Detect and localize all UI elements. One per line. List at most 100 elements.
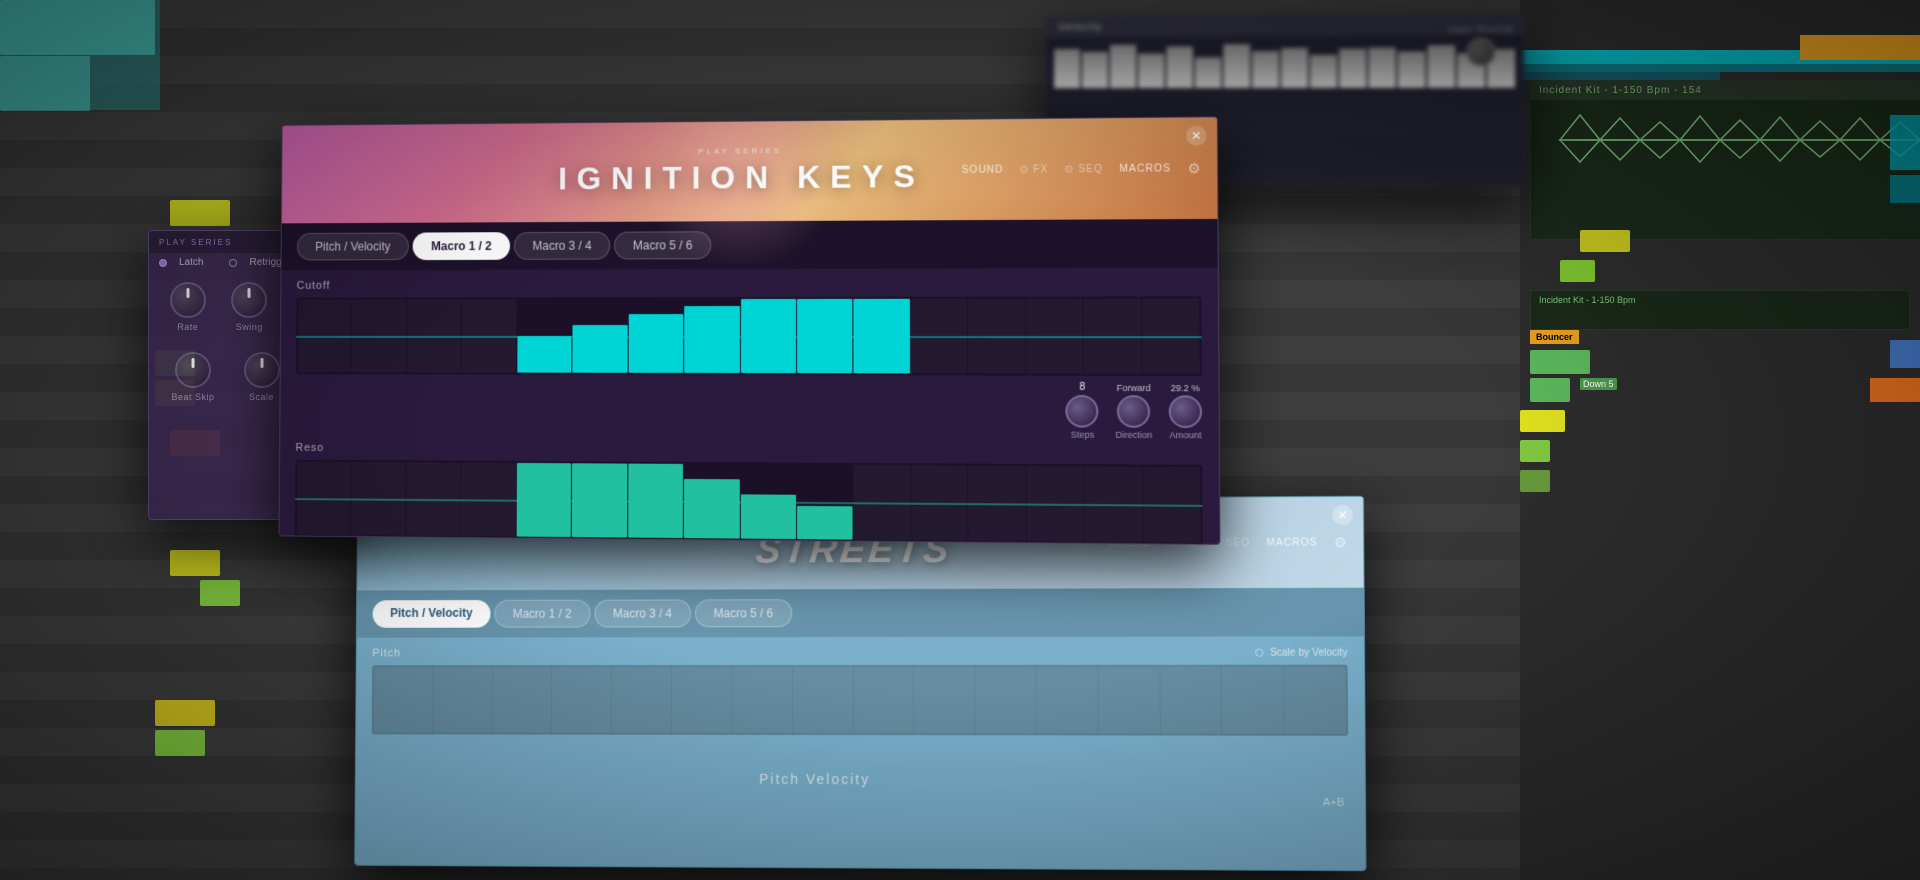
ignition-title: IGNITION KEYS	[558, 158, 925, 197]
pitch-label: Pitch	[372, 647, 401, 659]
pitch-cell[interactable]	[492, 667, 551, 732]
pitch-cell[interactable]	[1098, 667, 1159, 734]
amount1-label: Amount	[1169, 429, 1201, 439]
swing-label: Swing	[236, 322, 263, 332]
cutoff-label: Cutoff	[297, 278, 1202, 292]
green-clip1[interactable]	[1530, 350, 1590, 374]
pitch-cell[interactable]	[853, 667, 913, 733]
cutoff-section: Cutoff	[296, 278, 1202, 376]
ab-label: A+B	[1323, 797, 1345, 809]
cutoff-cell-active[interactable]	[684, 306, 739, 373]
yellow-left[interactable]	[170, 200, 230, 226]
ignition-close[interactable]: ✕	[1186, 126, 1207, 146]
pitch-cell[interactable]	[672, 667, 731, 733]
swing-knob[interactable]	[231, 282, 267, 318]
streets-close[interactable]: ✕	[1332, 505, 1353, 525]
lime-clip[interactable]	[1560, 260, 1595, 282]
nav-macros[interactable]: MACROS	[1119, 163, 1171, 174]
daw-right-panel: Incident Kit - 1-150 Bpm - 154 Incident …	[1520, 0, 1920, 880]
pitch-cell[interactable]	[732, 667, 792, 733]
yellow-left2[interactable]	[170, 550, 220, 576]
incident-kit-2: Incident Kit - 1-150 Bpm	[1530, 290, 1910, 330]
streets-nav-macros[interactable]: MACROS	[1266, 537, 1317, 548]
retrigger-radio[interactable]	[229, 259, 237, 267]
pitch-cell[interactable]	[1037, 667, 1098, 733]
orange-clip-r[interactable]	[1870, 378, 1920, 402]
cyan-strip2	[1520, 64, 1920, 72]
tab-macro34-streets[interactable]: Macro 3 / 4	[594, 600, 691, 628]
steps1-group: 8 Steps	[1066, 382, 1099, 440]
yellow-clip[interactable]	[1580, 230, 1630, 252]
lime-clip2[interactable]	[1520, 440, 1550, 462]
lime-clip3[interactable]	[1520, 470, 1550, 492]
beat-skip-label: Beat Skip	[171, 392, 214, 402]
pitch-cell[interactable]	[975, 667, 1035, 733]
steps1-knob[interactable]	[1066, 395, 1099, 428]
streets-settings-icon[interactable]: ⚙	[1334, 534, 1347, 551]
amount1-knob[interactable]	[1169, 395, 1202, 428]
cyan-strip3	[1520, 72, 1720, 80]
waveform-title: Incident Kit - 1-150 Bpm - 154	[1531, 81, 1920, 100]
scale-group: Scale	[244, 352, 280, 402]
cutoff-grid	[296, 296, 1202, 376]
layer-routing-knob[interactable]	[1466, 38, 1495, 67]
cutoff-cell-active[interactable]	[573, 325, 628, 373]
tab-pitch-velocity[interactable]: Pitch / Velocity	[297, 233, 409, 261]
reso-grid	[295, 460, 1203, 545]
steps1-val: 8	[1079, 382, 1085, 393]
settings-icon[interactable]: ⚙	[1187, 160, 1200, 177]
pitch-cell[interactable]	[374, 667, 433, 732]
lime-left[interactable]	[200, 580, 240, 606]
pitch-cell[interactable]	[433, 667, 492, 732]
daw-clip[interactable]	[0, 56, 90, 111]
direction1-val: Forward	[1117, 382, 1151, 392]
direction1-knob[interactable]	[1117, 395, 1150, 428]
bouncer-badge: Bouncer	[1530, 330, 1579, 344]
tab-macro34[interactable]: Macro 3 / 4	[514, 232, 610, 260]
play-series-header: PLAY SERIES	[558, 145, 925, 157]
pitch-cell[interactable]	[1284, 667, 1346, 734]
nav-sound[interactable]: SOUND	[962, 164, 1004, 175]
rate-label: Rate	[177, 322, 198, 332]
lime-left3[interactable]	[155, 730, 205, 756]
yellow-left4[interactable]	[155, 700, 215, 726]
cyan-clip-r[interactable]	[1890, 115, 1920, 170]
scale-radio[interactable]	[1256, 649, 1264, 657]
cyan-clip-r2[interactable]	[1890, 175, 1920, 203]
tab-macro56[interactable]: Macro 5 / 6	[614, 231, 711, 259]
pitch-cell[interactable]	[914, 667, 974, 733]
amount1-group: 29.2 % Amount	[1169, 382, 1203, 439]
tab-macro56-streets[interactable]: Macro 5 / 6	[695, 599, 792, 627]
nav-seq[interactable]: ⊙ SEQ	[1065, 163, 1103, 174]
down5-label: Down 5	[1580, 378, 1617, 390]
yellow-clip2[interactable]	[1520, 410, 1565, 432]
nav-fx[interactable]: ⊙ FX	[1020, 164, 1049, 175]
direction1-group: Forward Direction	[1115, 382, 1152, 439]
pitch-cell[interactable]	[793, 667, 853, 733]
tab-macro12-streets[interactable]: Macro 1 / 2	[494, 600, 590, 628]
tab-pitch-vel-streets[interactable]: Pitch / Velocity	[373, 600, 491, 628]
cutoff-line	[296, 336, 1201, 338]
blue-clip-r[interactable]	[1890, 340, 1920, 368]
cutoff-cell-active[interactable]	[517, 336, 572, 373]
layer-routing-group: Layer Routing	[1448, 24, 1513, 66]
green-clip2[interactable]	[1530, 378, 1570, 402]
pitch-velocity-label: Pitch Velocity	[759, 771, 870, 787]
orange-clip[interactable]	[1800, 35, 1920, 60]
cutoff-cell-active[interactable]	[628, 314, 683, 373]
pitch-cell[interactable]	[1222, 667, 1284, 734]
scale-knob[interactable]	[244, 352, 280, 388]
daw-clip[interactable]	[0, 0, 155, 55]
latch-radio[interactable]	[159, 259, 167, 267]
latch-label: Latch	[179, 257, 203, 268]
reso-cell-active[interactable]	[684, 479, 739, 539]
reso-cell-active[interactable]	[797, 506, 853, 540]
beat-skip-knob[interactable]	[175, 352, 211, 388]
pitch-cell[interactable]	[1160, 667, 1221, 734]
ignition-title-group: PLAY SERIES IGNITION KEYS	[558, 145, 925, 197]
tab-macro12[interactable]: Macro 1 / 2	[413, 232, 510, 260]
pitch-cell[interactable]	[552, 667, 611, 733]
pitch-cell[interactable]	[612, 667, 671, 733]
rate-group: Rate	[170, 282, 206, 332]
rate-knob[interactable]	[170, 282, 206, 318]
